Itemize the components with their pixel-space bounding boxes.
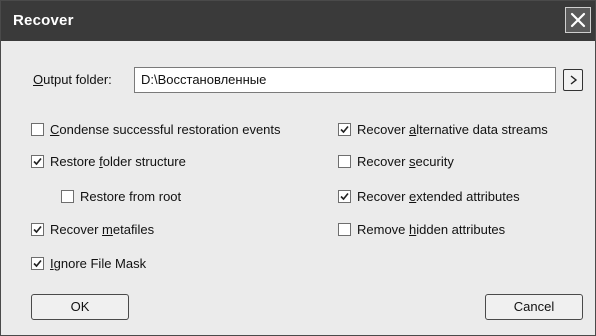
checkmark-icon (33, 157, 42, 165)
close-icon (570, 12, 586, 28)
checkmark-icon (340, 192, 349, 200)
checkmark-icon (33, 225, 42, 233)
checkbox-box (31, 256, 44, 270)
ignore-file-mask-checkbox[interactable]: Ignore File Mask (31, 254, 146, 272)
checkbox-box (31, 122, 44, 136)
ok-button[interactable]: OK (31, 294, 129, 320)
restore-from-root-checkbox[interactable]: Restore from root (61, 187, 181, 205)
chevron-right-icon (570, 75, 578, 85)
recover-extended-attributes-checkbox[interactable]: Recover extended attributes (338, 187, 520, 205)
title-bar: Recover (1, 1, 595, 41)
recover-security-checkbox[interactable]: Recover security (338, 152, 454, 170)
dialog-title: Recover (13, 12, 74, 29)
recover-dialog: Recover Output folder: D:\Восстановленны… (0, 0, 596, 336)
browse-button[interactable] (563, 69, 583, 91)
recover-metafiles-checkbox[interactable]: Recover metafiles (31, 220, 154, 238)
output-folder-input[interactable]: D:\Восстановленные (134, 67, 556, 93)
checkbox-box (338, 122, 351, 136)
checkbox-box (31, 154, 44, 168)
checkmark-icon (33, 259, 42, 267)
checkbox-box (338, 222, 351, 236)
checkbox-box (338, 189, 351, 203)
checkbox-box (338, 154, 351, 168)
restore-folder-structure-checkbox[interactable]: Restore folder structure (31, 152, 186, 170)
checkmark-icon (340, 125, 349, 133)
recover-alternative-streams-checkbox[interactable]: Recover alternative data streams (338, 120, 548, 138)
condense-events-checkbox[interactable]: Condense successful restoration events (31, 120, 281, 138)
cancel-button[interactable]: Cancel (485, 294, 583, 320)
checkbox-box (61, 189, 74, 203)
close-button[interactable] (565, 7, 591, 33)
checkbox-box (31, 222, 44, 236)
remove-hidden-attributes-checkbox[interactable]: Remove hidden attributes (338, 220, 505, 238)
output-folder-label: Output folder: (33, 72, 112, 87)
